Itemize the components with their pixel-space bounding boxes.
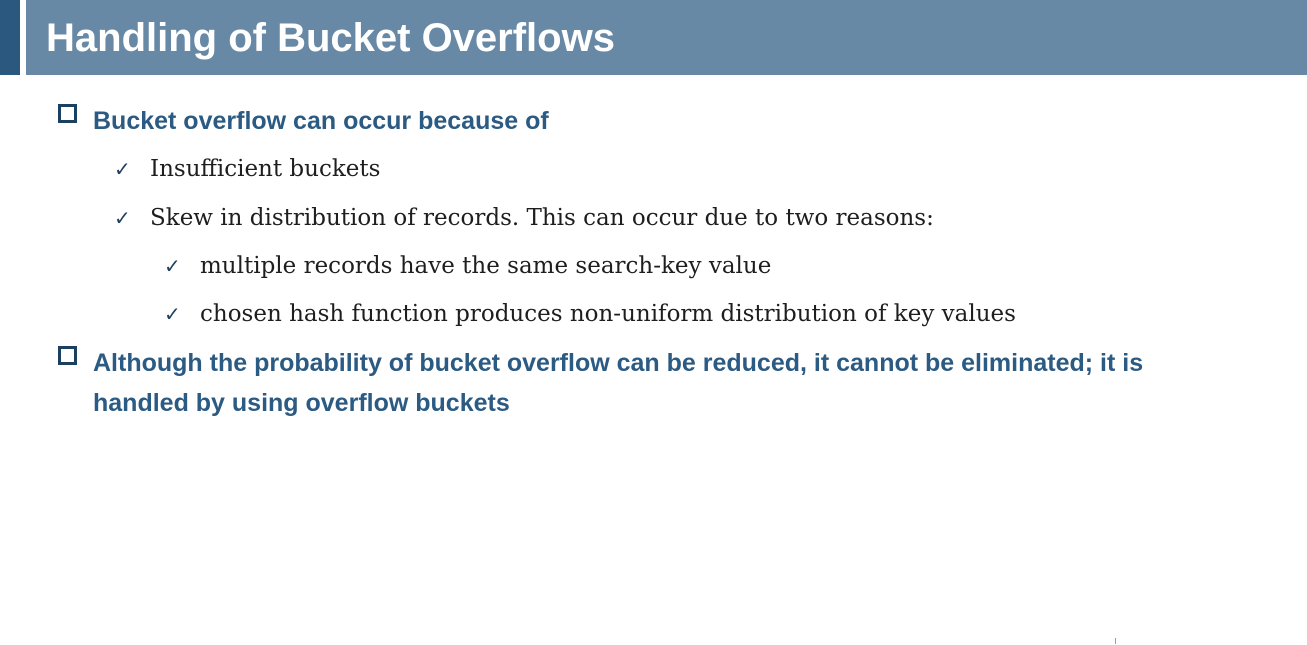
slide-title: Handling of Bucket Overflows — [46, 16, 615, 60]
square-bullet-icon — [58, 104, 77, 123]
bullet-level2-2: ✓ Skew in distribution of records. This … — [114, 204, 934, 232]
bullet-level3-1: ✓ multiple records have the same search-… — [164, 252, 771, 280]
bullet-level1-text: Bucket overflow can occur because of — [93, 107, 549, 135]
square-bullet-icon — [58, 346, 77, 365]
bullet-level3-text: chosen hash function produces non-unifor… — [200, 301, 1016, 327]
checkmark-icon: ✓ — [114, 157, 131, 181]
checkmark-icon: ✓ — [164, 254, 181, 278]
page-tick-mark — [1115, 638, 1116, 644]
bullet-level1-2: Although the probability of bucket overf… — [58, 343, 1238, 423]
checkmark-icon: ✓ — [114, 206, 131, 230]
bullet-level1-text: Although the probability of bucket overf… — [93, 349, 1144, 417]
bullet-level2-text: Skew in distribution of records. This ca… — [150, 205, 934, 231]
checkmark-icon: ✓ — [164, 302, 181, 326]
bullet-level2-text: Insufficient buckets — [150, 156, 381, 182]
title-accent-gap — [20, 0, 26, 75]
bullet-level2-1: ✓ Insufficient buckets — [114, 155, 380, 183]
title-accent-stripe — [0, 0, 20, 75]
bullet-level3-text: multiple records have the same search-ke… — [200, 253, 772, 279]
bullet-level3-2: ✓ chosen hash function produces non-unif… — [164, 300, 1016, 328]
bullet-level1-1: Bucket overflow can occur because of — [58, 101, 1238, 141]
